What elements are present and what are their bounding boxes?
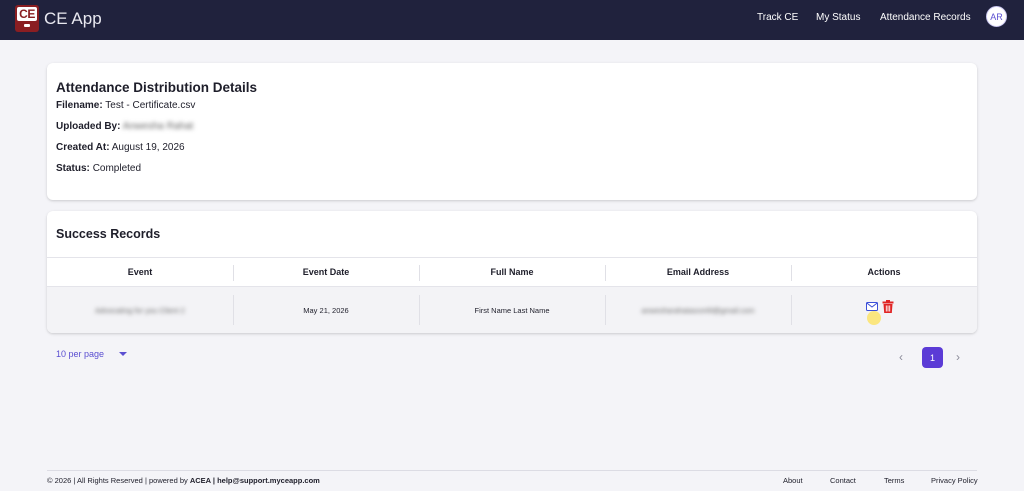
details-title: Attendance Distribution Details <box>56 80 258 95</box>
footer-link-about[interactable]: About <box>783 476 803 485</box>
trash-icon[interactable] <box>882 300 894 313</box>
cell-event: Advocating for you Client 2 <box>95 305 185 315</box>
uploaded-by-value: Anwesha Rahat <box>122 121 194 132</box>
footer-divider <box>47 470 977 471</box>
detail-created-at: Created At: August 19, 2026 <box>56 142 185 153</box>
footer-link-contact[interactable]: Contact <box>830 476 856 485</box>
column-header-email[interactable]: Email Address <box>605 258 791 286</box>
detail-uploaded-by: Uploaded By: Anwesha Rahat <box>56 121 193 132</box>
column-header-full-name[interactable]: Full Name <box>419 258 605 286</box>
created-at-label: Created At: <box>56 142 110 153</box>
created-at-value: August 19, 2026 <box>111 142 185 153</box>
footer-link-privacy-policy[interactable]: Privacy Policy <box>931 476 978 485</box>
success-records-title: Success Records <box>56 227 161 241</box>
column-header-event[interactable]: Event <box>47 258 233 286</box>
cell-event-date: May 21, 2026 <box>303 305 349 315</box>
cell-email: anwesharahatasce49@gmail.com <box>641 305 755 315</box>
pagination-next-button[interactable]: › <box>956 350 960 364</box>
app-title[interactable]: CE App <box>44 9 102 29</box>
filename-label: Filename: <box>56 100 103 111</box>
copyright-text: © 2026 | All Rights Reserved | powered b… <box>47 476 190 485</box>
uploaded-by-label: Uploaded By: <box>56 121 121 132</box>
chevron-down-icon <box>119 352 128 356</box>
detail-status: Status: Completed <box>56 163 141 174</box>
table-row: Advocating for you Client 2 May 21, 2026… <box>47 287 977 333</box>
footer-brand[interactable]: ACEA | help@support.myceapp.com <box>190 476 320 485</box>
nav-link-attendance-records[interactable]: Attendance Records <box>880 12 971 23</box>
logo-mark <box>24 24 30 27</box>
success-records-card: Success Records Event Event Date Full Na… <box>47 211 977 333</box>
pagination-page-1[interactable]: 1 <box>922 347 943 368</box>
logo-text: CE <box>17 7 37 21</box>
status-value: Completed <box>92 163 142 174</box>
cursor-highlight <box>867 311 881 325</box>
column-header-event-date[interactable]: Event Date <box>233 258 419 286</box>
user-avatar[interactable]: AR <box>986 6 1007 27</box>
nav-link-my-status[interactable]: My Status <box>816 12 860 23</box>
cell-full-name: First Name Last Name <box>474 305 550 315</box>
column-header-actions: Actions <box>867 267 901 277</box>
table-header: Event Event Date Full Name Email Address… <box>47 257 977 287</box>
per-page-select[interactable]: 10 per page <box>56 349 128 359</box>
attendance-details-card: Attendance Distribution Details Filename… <box>47 63 977 200</box>
detail-filename: Filename: Test - Certificate.csv <box>56 100 195 111</box>
footer-link-terms[interactable]: Terms <box>884 476 904 485</box>
filename-value: Test - Certificate.csv <box>105 100 196 111</box>
pagination-prev-button[interactable]: ‹ <box>899 350 903 364</box>
status-label: Status: <box>56 163 90 174</box>
nav-link-track-ce[interactable]: Track CE <box>757 12 798 23</box>
top-nav-bar: CE CE App Track CE My Status Attendance … <box>0 0 1024 40</box>
footer-copyright: © 2026 | All Rights Reserved | powered b… <box>47 476 320 485</box>
mail-icon[interactable] <box>866 302 878 311</box>
per-page-label: 10 per page <box>56 349 105 359</box>
app-logo[interactable]: CE <box>15 5 39 32</box>
